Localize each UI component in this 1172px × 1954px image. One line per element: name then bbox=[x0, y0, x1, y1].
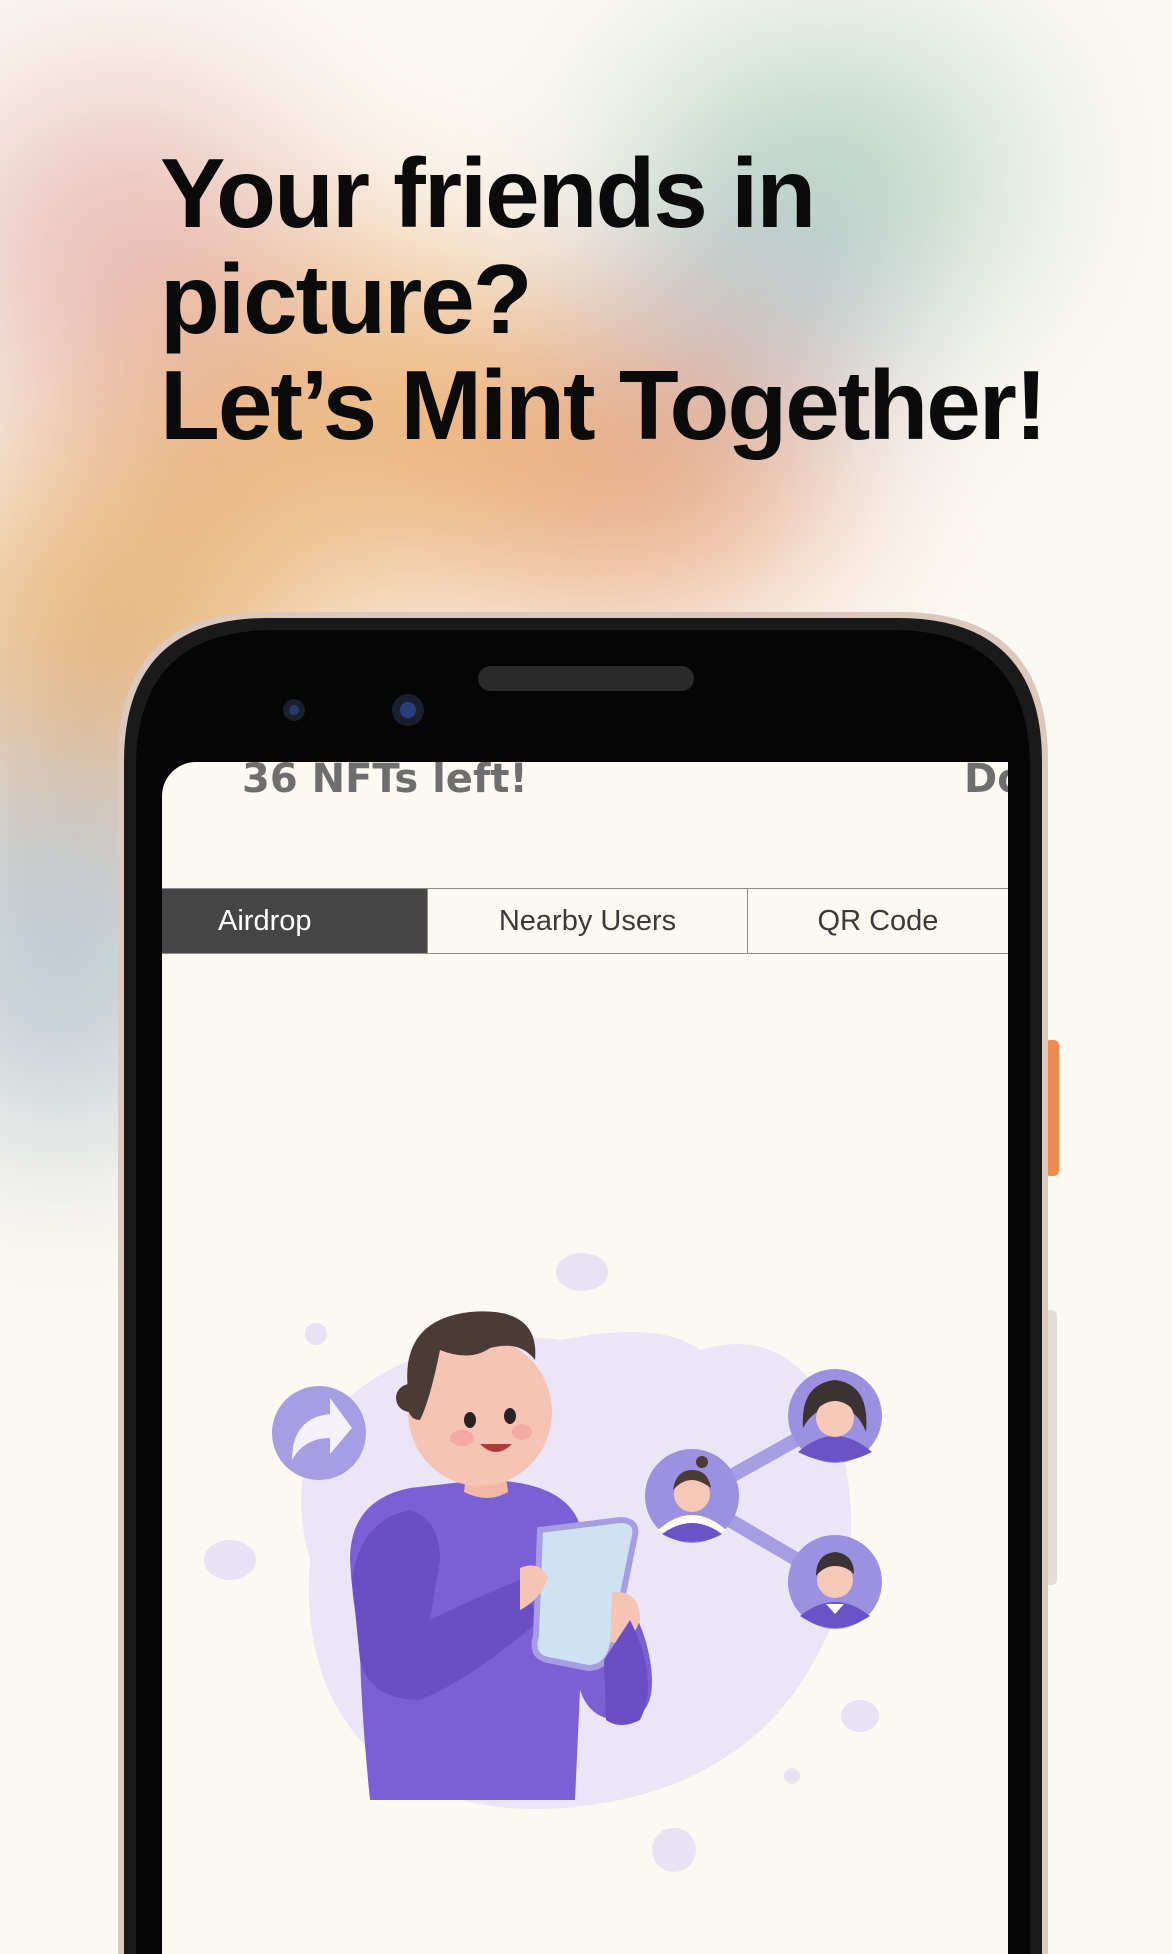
friend-avatar-center bbox=[645, 1449, 739, 1543]
share-arrow-icon bbox=[272, 1386, 366, 1480]
friend-avatar-top bbox=[788, 1369, 882, 1463]
speaker-grille bbox=[478, 666, 694, 691]
phone-screen: 36 NFTs left! Do Airdrop Nearby Users QR… bbox=[162, 762, 1008, 1954]
person-sharing-with-friends-icon bbox=[204, 1253, 882, 1872]
friend-avatar-bottom bbox=[788, 1535, 882, 1629]
